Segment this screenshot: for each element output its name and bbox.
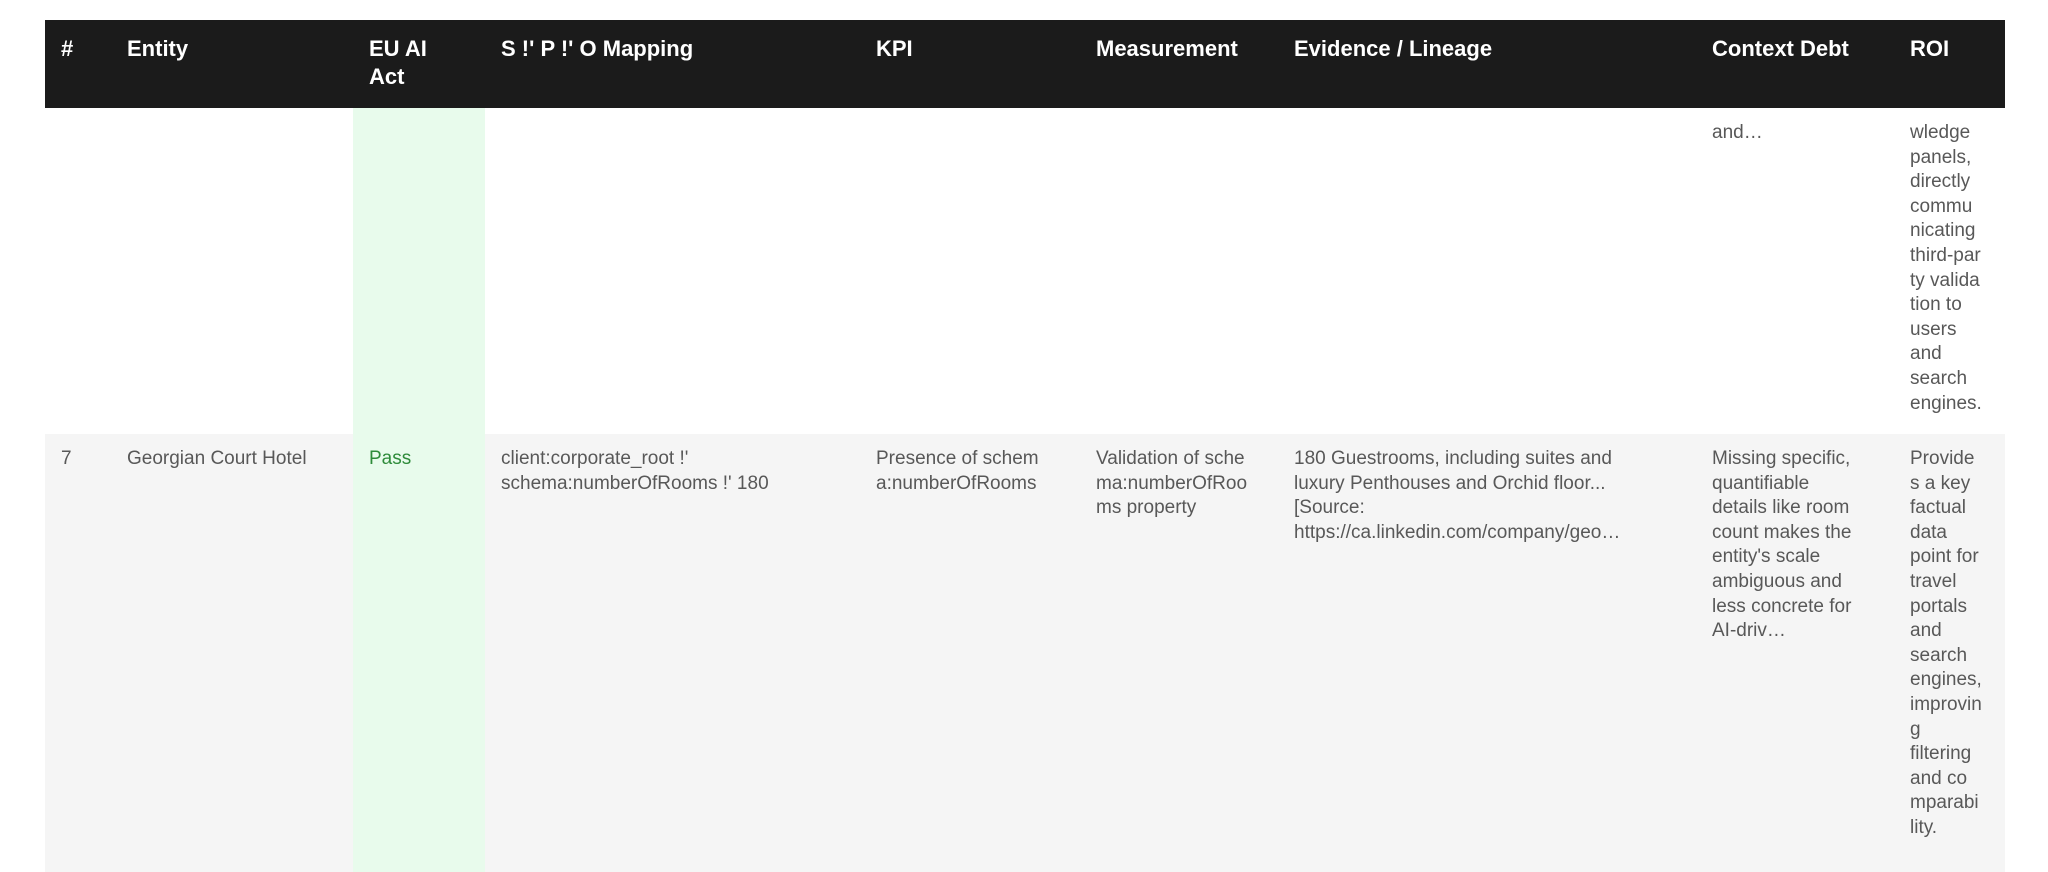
roi-line: engines, — [1910, 669, 1982, 691]
context-debt-line: AI-driv… — [1712, 620, 1786, 642]
context-debt-line: ambiguous and — [1712, 570, 1842, 592]
roi-line: and co — [1910, 767, 1968, 789]
context-debt-line: quantifiable — [1712, 472, 1810, 494]
roi-line: Provide — [1910, 448, 1975, 469]
evidence-line: 180 Guestrooms, including suites and — [1294, 448, 1612, 469]
roi-line: and — [1910, 620, 1942, 642]
measurement-cell: Validation of sche ma:numberOfRoo ms pro… — [1096, 447, 1247, 521]
header-entity: Entity — [127, 36, 189, 61]
roi-line: g — [1910, 718, 1921, 740]
roi-line: panels, — [1910, 146, 1972, 168]
mapping-line: client:corporate_root !' — [501, 448, 689, 469]
measurement-line: ms property — [1096, 497, 1197, 519]
header-eu-ai-act: EU AI Act — [369, 36, 427, 89]
row-index: 7 — [61, 448, 72, 469]
roi-line: data — [1910, 521, 1947, 543]
roi-cell: Provide s a key factual data point for t… — [1910, 447, 1982, 841]
context-debt-line: Missing specific, — [1712, 448, 1851, 469]
table-row: 7 Georgian Court Hotel Pass client:corpo… — [45, 434, 2005, 872]
roi-line: improvin — [1910, 693, 1982, 715]
eu-ai-act-cell-bg — [353, 434, 485, 872]
eu-ai-act-cell — [353, 108, 485, 434]
roi-line: filtering — [1910, 743, 1972, 765]
context-debt-line: entity's scale — [1712, 546, 1821, 568]
roi-line: lity. — [1910, 816, 1938, 838]
roi-line: wledge — [1910, 122, 1971, 143]
header-measurement: Measurement — [1096, 36, 1238, 61]
table-row: and… wledge panels, directly commu nicat… — [45, 108, 2005, 434]
kpi-line: a:numberOfRooms — [876, 472, 1037, 494]
roi-line: tion to — [1910, 294, 1962, 316]
measurement-line: ma:numberOfRoo — [1096, 472, 1248, 494]
evidence-line: [Source: — [1294, 497, 1365, 519]
roi-line: nicating — [1910, 220, 1976, 242]
context-debt-cell: and… — [1712, 122, 1763, 143]
context-debt-line: less concrete for — [1712, 595, 1852, 617]
roi-line: ty valida — [1910, 269, 1980, 291]
header-spo-mapping: S !' P !' O Mapping — [501, 36, 694, 61]
header-kpi: KPI — [876, 36, 913, 61]
context-debt-line: details like room — [1712, 497, 1850, 519]
evidence-cell: 180 Guestrooms, including suites and lux… — [1294, 447, 1620, 545]
header-context-debt: Context Debt — [1712, 36, 1849, 61]
context-debt-line: count makes the — [1712, 521, 1852, 543]
eu-ai-act-status: Pass — [369, 448, 412, 469]
header-roi: ROI — [1910, 36, 1950, 61]
roi-line: search — [1910, 644, 1968, 666]
roi-line: commu — [1910, 195, 1973, 217]
kpi-line: Presence of schem — [876, 448, 1039, 469]
table-header: # Entity EU AI Act S !' P !' O Mapping K… — [45, 20, 2005, 108]
header-index: # — [61, 36, 74, 61]
entity-cell: Georgian Court Hotel — [127, 448, 307, 469]
roi-cell: wledge panels, directly commu nicating t… — [1910, 121, 1982, 416]
roi-line: directly — [1910, 171, 1971, 193]
roi-line: s a key — [1910, 472, 1971, 494]
header-evidence: Evidence / Lineage — [1294, 36, 1493, 61]
roi-line: third-par — [1910, 244, 1981, 266]
mapping-cell: client:corporate_root !' schema:numberOf… — [501, 447, 769, 496]
roi-line: and — [1910, 343, 1942, 365]
evidence-line: luxury Penthouses and Orchid floor... — [1294, 472, 1606, 494]
kpi-cell: Presence of schem a:numberOfRooms — [876, 447, 1039, 496]
measurement-line: Validation of sche — [1096, 448, 1245, 469]
evidence-link[interactable]: https://ca.linkedin.com/company/geo… — [1294, 521, 1620, 546]
mapping-line: schema:numberOfRooms !' 180 — [501, 472, 769, 494]
roi-line: users — [1910, 318, 1957, 340]
roi-line: factual — [1910, 497, 1966, 519]
roi-line: point for — [1910, 546, 1979, 568]
roi-line: travel — [1910, 570, 1957, 592]
roi-line: portals — [1910, 595, 1968, 617]
roi-line: mparabi — [1910, 792, 1979, 814]
context-debt-cell: Missing specific, quantifiable details l… — [1712, 447, 1851, 644]
roi-line: search — [1910, 367, 1968, 389]
roi-line: engines. — [1910, 392, 1982, 414]
